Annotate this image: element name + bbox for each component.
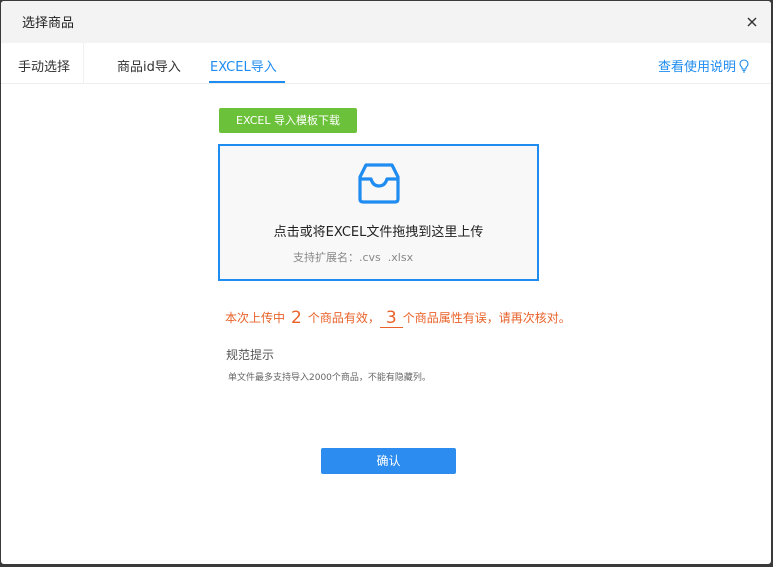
- result-prefix: 本次上传中: [225, 311, 286, 325]
- select-product-dialog: 选择商品 手动选择 商品id导入 EXCEL导入 查看使用说明 EXCEL 导入…: [1, 1, 771, 564]
- tab-manual-select[interactable]: 手动选择: [18, 56, 70, 75]
- excel-upload-dropzone[interactable]: 点击或将EXCEL文件拖拽到这里上传 支持扩展名：.cvs .xlsx: [218, 144, 539, 281]
- invalid-count: 3: [379, 309, 403, 328]
- dialog-header: 选择商品: [1, 1, 771, 43]
- import-tabs: 手动选择 商品id导入 EXCEL导入 查看使用说明: [1, 43, 771, 84]
- tab-product-id-import[interactable]: 商品id导入: [117, 56, 181, 75]
- result-suffix: 个商品属性有误，请再次核对。: [402, 311, 571, 325]
- dialog-title: 选择商品: [22, 16, 75, 31]
- download-template-button[interactable]: EXCEL 导入模板下载: [219, 108, 357, 133]
- valid-count: 2: [291, 308, 302, 328]
- spec-description: 单文件最多支持导入2000个商品，不能有隐藏列。: [228, 373, 431, 383]
- spec-title: 规范提示: [226, 348, 275, 362]
- confirm-button[interactable]: 确认: [321, 448, 456, 474]
- close-icon[interactable]: [743, 13, 761, 31]
- lightbulb-icon: [739, 59, 749, 77]
- extensions-label: 支持扩展名：: [293, 251, 359, 264]
- usage-help-label: 查看使用说明: [657, 60, 736, 75]
- tab-divider: [83, 43, 84, 83]
- active-tab-indicator: [209, 81, 285, 83]
- supported-extensions: 支持扩展名：.cvs .xlsx: [293, 249, 413, 265]
- inbox-icon: [358, 161, 400, 209]
- result-middle: 个商品有效，: [307, 311, 380, 325]
- tab-excel-import[interactable]: EXCEL导入: [210, 56, 277, 75]
- extensions-values: .cvs .xlsx: [359, 251, 414, 264]
- upload-prompt: 点击或将EXCEL文件拖拽到这里上传: [273, 225, 484, 240]
- usage-help-link[interactable]: 查看使用说明: [658, 56, 749, 77]
- upload-result-summary: 本次上传中 2 个商品有效， 3 个商品属性有误，请再次核对。: [225, 308, 571, 328]
